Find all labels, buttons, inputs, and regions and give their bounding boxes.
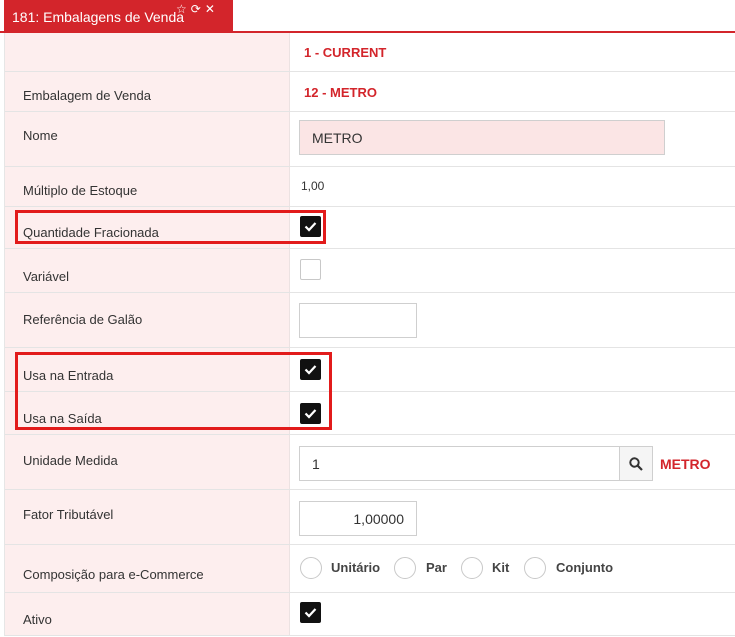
row-header: 1 - CURRENT	[5, 33, 735, 72]
embalagem-label: Embalagem de Venda	[23, 88, 151, 103]
tab-title: 181: Embalagens de Venda	[12, 9, 185, 25]
radio-unitario[interactable]	[300, 557, 322, 579]
nome-input[interactable]: METRO	[299, 120, 665, 155]
ativo-checkbox[interactable]	[300, 602, 321, 623]
radio-kit[interactable]	[461, 557, 483, 579]
unidade-label: Unidade Medida	[23, 453, 118, 468]
referencia-input[interactable]	[299, 303, 417, 338]
row-variavel: Variável	[5, 249, 735, 293]
row-fator: Fator Tributável 1,00000	[5, 490, 735, 545]
row-multiplo: Múltiplo de Estoque 1,00	[5, 167, 735, 207]
row-referencia: Referência de Galão	[5, 293, 735, 348]
radio-unitario-label: Unitário	[331, 560, 381, 575]
variavel-label: Variável	[23, 269, 70, 284]
unidade-search-button[interactable]	[619, 446, 653, 481]
unidade-input[interactable]: 1	[299, 446, 620, 481]
composicao-label: Composição para e-Commerce	[23, 567, 204, 582]
variavel-checkbox[interactable]	[300, 259, 321, 280]
highlight-quantidade	[15, 210, 326, 244]
ativo-label: Ativo	[23, 612, 52, 627]
row-composicao: Composição para e-Commerce Unitário Par …	[5, 545, 735, 593]
fator-label: Fator Tributável	[23, 507, 114, 522]
highlight-entrada-saida	[15, 352, 332, 430]
multiplo-value: 1,00	[301, 179, 325, 193]
close-icon[interactable]: ✕	[205, 3, 215, 15]
referencia-label: Referência de Galão	[23, 312, 143, 327]
tab-embalagens-de-venda[interactable]: 181: Embalagens de Venda ☆ ⟳ ✕	[4, 0, 233, 31]
star-icon[interactable]: ☆	[176, 3, 187, 15]
embalagem-value: 12 - METRO	[304, 85, 377, 100]
refresh-icon[interactable]: ⟳	[191, 3, 201, 15]
row-ativo: Ativo	[5, 593, 735, 636]
header-value: 1 - CURRENT	[304, 45, 387, 60]
radio-conjunto[interactable]	[524, 557, 546, 579]
check-icon	[304, 608, 317, 618]
radio-kit-label: Kit	[492, 560, 510, 575]
row-nome: Nome METRO	[5, 112, 735, 167]
radio-conjunto-label: Conjunto	[556, 560, 614, 575]
unidade-desc: METRO	[660, 456, 711, 472]
multiplo-label: Múltiplo de Estoque	[23, 183, 138, 198]
nome-label: Nome	[23, 128, 58, 143]
radio-par[interactable]	[394, 557, 416, 579]
search-icon	[629, 457, 643, 471]
form: 1 - CURRENT Embalagem de Venda 12 - METR…	[4, 33, 735, 636]
row-embalagem: Embalagem de Venda 12 - METRO	[5, 72, 735, 112]
radio-par-label: Par	[426, 560, 447, 575]
fator-input[interactable]: 1,00000	[299, 501, 417, 536]
row-unidade: Unidade Medida 1 METRO	[5, 435, 735, 490]
